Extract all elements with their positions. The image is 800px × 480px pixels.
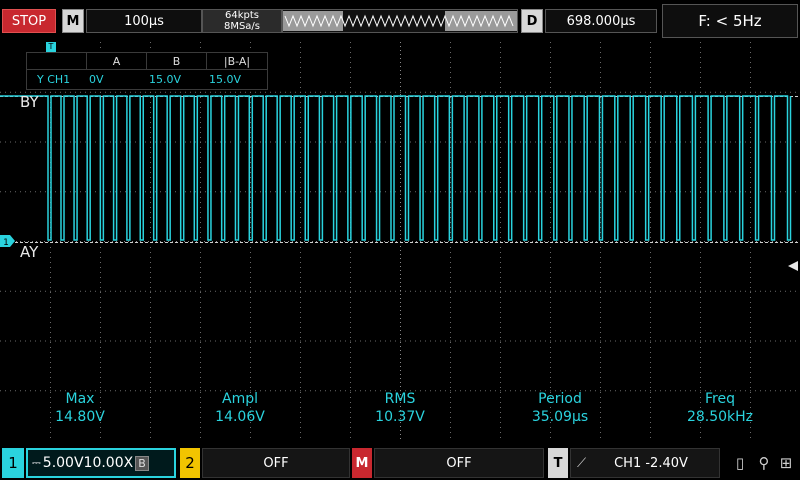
table-header-b: B [147,53,207,70]
delay-readout[interactable]: 698.000µs [545,9,657,33]
measurement-ampl: Ampl 14.06V [180,390,300,426]
measurement-freq-name: Freq [705,391,735,407]
cursor-b-label: BY [20,93,39,111]
measurement-rms-name: RMS [384,391,416,407]
channel-2-settings[interactable]: OFF [202,448,350,478]
cursor-measurement-table: A B |B-A| Y CH1 0V 15.0V 15.0V [26,52,268,90]
measurement-rms-value: 10.37V [375,409,425,425]
timebase-readout[interactable]: 100µs [86,9,202,33]
measurement-ampl-value: 14.06V [215,409,265,425]
channel-1-button[interactable]: 1 [2,448,24,478]
sample-rate: 8MSa/s [223,21,261,32]
measurement-freq-value: 28.50kHz [686,409,754,425]
memory-waveform-overview[interactable] [282,9,518,33]
top-status-bar: STOP M 100µs 64kpts 8MSa/s D 698.000µs F… [0,0,800,40]
trigger-button[interactable]: T [548,448,568,478]
waveform-display[interactable]: 1 BY AY [0,42,800,440]
table-cell-a: 0V [89,73,104,86]
memory-depth: 64kpts [225,10,259,21]
measurement-max: Max 14.80V [20,390,140,426]
trigger-settings[interactable]: ⟋ CH1 -2.40V [570,448,720,478]
measurement-period-name: Period [538,391,582,407]
trigger-frequency-readout: F: < 5Hz [662,4,798,38]
channel-1-scale: 5.00V10.00X [42,455,134,471]
memory-overview-icon [283,11,517,31]
dc-coupling-icon: ⎓ [32,456,41,469]
network-icon: ⊞ [779,454,793,472]
cursor-a-label: AY [20,243,39,261]
measurement-max-name: Max [65,391,95,407]
math-settings[interactable]: OFF [374,448,544,478]
channel-2-button[interactable]: 2 [180,448,200,478]
measurement-freq: Freq 28.50kHz [660,390,780,426]
table-header-diff: |B-A| [207,53,267,70]
table-header-empty [27,53,87,70]
rising-edge-icon: ⟋ [577,455,587,471]
channel-1-marker-label: 1 [3,238,9,248]
measurement-ampl-name: Ampl [222,391,258,407]
usb-icon: ⚲ [758,454,770,472]
measurement-period-value: 35.09µs [531,409,589,425]
measurement-rms: RMS 10.37V [340,390,460,426]
run-stop-button[interactable]: STOP [2,9,56,33]
acquisition-readout: 64kpts 8MSa/s [202,9,282,33]
table-cell-b: 15.0V [149,73,182,86]
usb-drive-icon: ▯ [735,454,745,472]
table-header-a: A [87,53,147,70]
math-button[interactable]: M [352,448,372,478]
measurement-period: Period 35.09µs [500,390,620,426]
delay-key-button[interactable]: D [521,9,543,33]
measurement-max-value: 14.80V [55,409,105,425]
menu-key-button[interactable]: M [62,9,84,33]
bottom-channel-bar: 1 ⎓ 5.00V10.00X B 2 OFF M OFF T ⟋ CH1 -2… [0,444,800,480]
trigger-source-level: CH1 -2.40V [614,455,688,471]
table-row-label: Y CH1 [37,73,71,86]
table-cell-diff: 15.0V [209,73,242,86]
channel-1-settings[interactable]: ⎓ 5.00V10.00X B [26,448,176,478]
bandwidth-limit-badge: B [135,455,149,471]
cursor-table-marker: T [46,42,56,52]
